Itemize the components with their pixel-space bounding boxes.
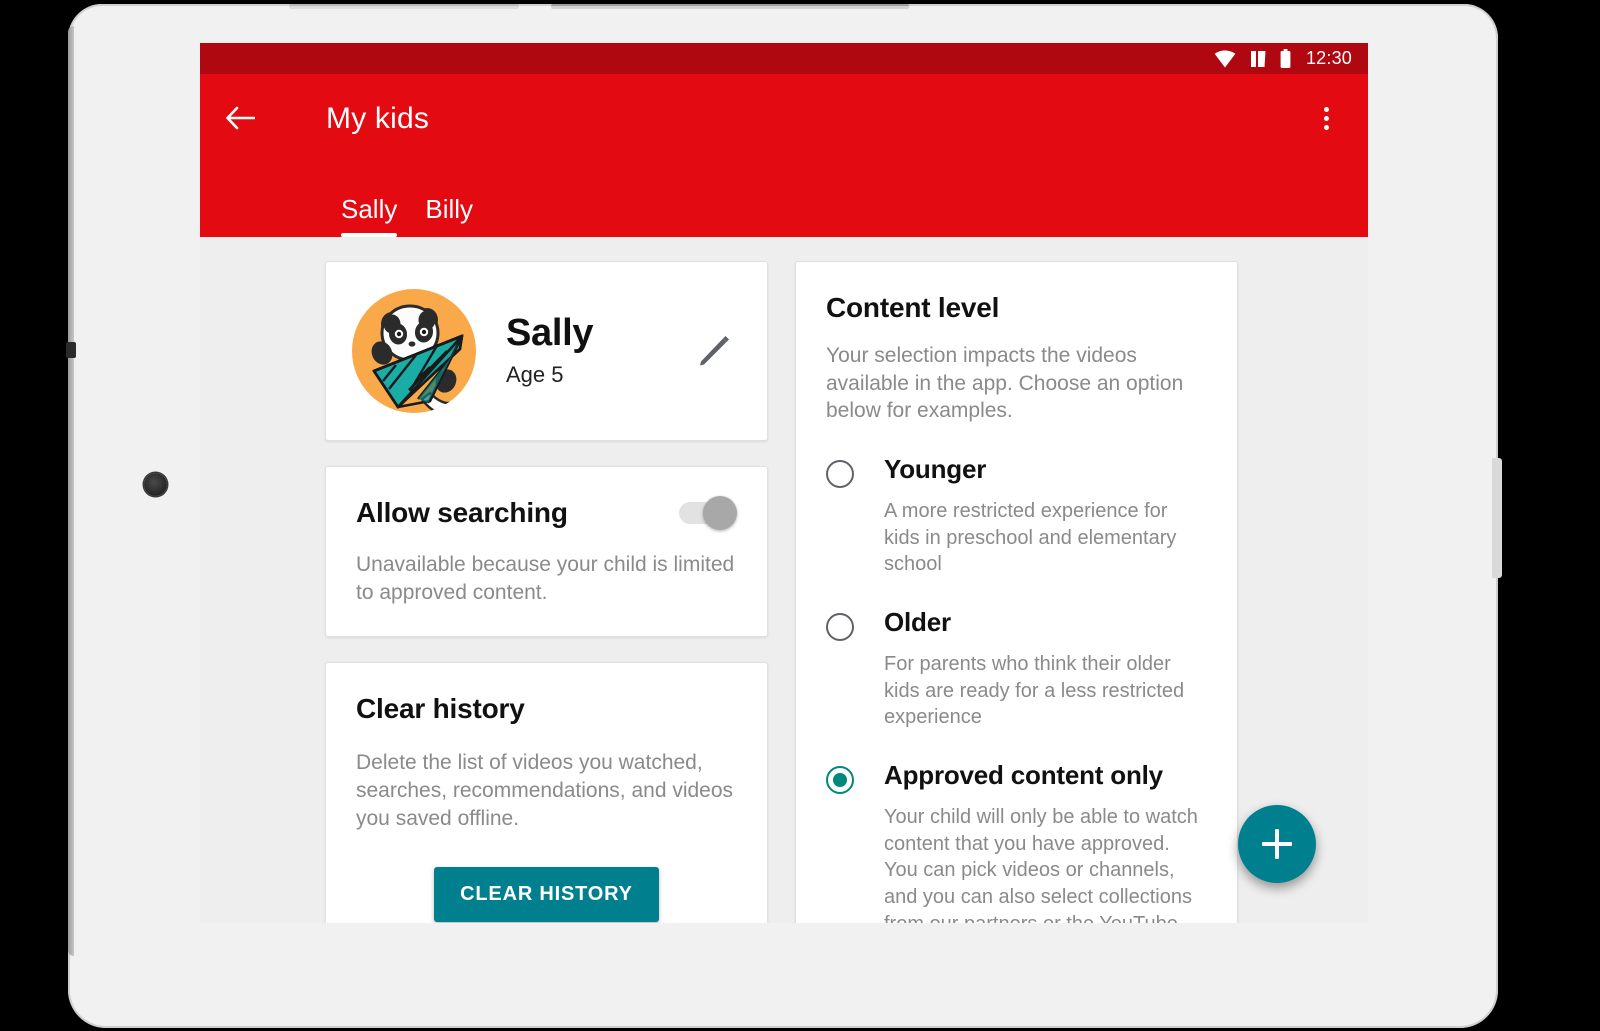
profile-text: Sally Age 5 bbox=[506, 312, 691, 388]
wifi-icon bbox=[1214, 49, 1236, 68]
content-level-card: Content level Your selection impacts the… bbox=[795, 261, 1238, 923]
overflow-dot bbox=[1323, 124, 1329, 130]
device-top-antenna-bars bbox=[289, 0, 909, 10]
overflow-dot bbox=[1323, 115, 1329, 121]
tablet-screen: 12:30 My kids Sally Billy Sally Age 5 Al… bbox=[200, 43, 1368, 923]
device-antenna-bar-left bbox=[289, 4, 519, 9]
device-left-edge bbox=[68, 26, 74, 956]
pencil-edit-icon[interactable] bbox=[691, 328, 737, 374]
tab-label: Billy bbox=[425, 194, 474, 224]
clear-history-title: Clear history bbox=[356, 693, 525, 725]
status-bar: 12:30 bbox=[200, 43, 1368, 74]
child-age: Age 5 bbox=[506, 361, 564, 387]
back-arrow-icon[interactable] bbox=[218, 96, 262, 140]
tab-billy[interactable]: Billy bbox=[411, 194, 487, 237]
content-level-description: Your selection impacts the videos availa… bbox=[826, 344, 1184, 423]
overflow-menu-icon[interactable] bbox=[1306, 96, 1346, 140]
content-level-option-approved[interactable]: Approved content only Your child will on… bbox=[826, 761, 1207, 923]
allow-searching-header: Allow searching bbox=[356, 496, 737, 530]
option-body: Older For parents who think their older … bbox=[884, 608, 1207, 731]
clear-history-button[interactable]: CLEAR HISTORY bbox=[434, 866, 659, 922]
device-front-camera bbox=[144, 473, 167, 496]
tab-sally[interactable]: Sally bbox=[327, 194, 411, 237]
radio-button-approved-content-only[interactable] bbox=[826, 766, 854, 795]
settings-content: Sally Age 5 Allow searching Unavailable … bbox=[200, 237, 1368, 923]
option-description: For parents who think their older kids a… bbox=[884, 652, 1185, 729]
allow-searching-title: Allow searching bbox=[356, 497, 568, 528]
allow-searching-toggle[interactable] bbox=[679, 496, 737, 530]
battery-icon bbox=[1280, 49, 1291, 68]
plus-icon bbox=[1275, 829, 1279, 859]
tab-bar: Sally Billy bbox=[200, 184, 1368, 237]
option-body: Approved content only Your child will on… bbox=[884, 761, 1207, 923]
radio-button-older[interactable] bbox=[826, 613, 854, 642]
option-description: A more restricted experience for kids in… bbox=[884, 499, 1177, 576]
child-profile-card[interactable]: Sally Age 5 bbox=[325, 261, 768, 441]
content-level-option-older[interactable]: Older For parents who think their older … bbox=[826, 608, 1207, 731]
clear-history-description: Delete the list of videos you watched, s… bbox=[356, 751, 734, 830]
option-body: Younger A more restricted experience for… bbox=[884, 455, 1207, 578]
device-antenna-bar-right bbox=[551, 4, 909, 9]
left-column: Sally Age 5 Allow searching Unavailable … bbox=[325, 261, 768, 923]
option-description: Your child will only be able to watch co… bbox=[884, 805, 1198, 923]
allow-searching-card: Allow searching Unavailable because your… bbox=[325, 466, 768, 638]
option-label: Younger bbox=[884, 454, 987, 485]
status-bar-clock: 12:30 bbox=[1305, 48, 1352, 68]
radio-button-younger[interactable] bbox=[826, 460, 854, 489]
allow-searching-description: Unavailable because your child is limite… bbox=[356, 553, 735, 604]
panda-avatar-icon bbox=[352, 289, 476, 413]
device-power-button[interactable] bbox=[66, 342, 76, 358]
content-level-title: Content level bbox=[826, 292, 1000, 323]
clear-history-card: Clear history Delete the list of videos … bbox=[325, 662, 768, 923]
page-title: My kids bbox=[326, 102, 430, 135]
option-label: Approved content only bbox=[884, 760, 1163, 791]
add-child-fab[interactable] bbox=[1238, 805, 1316, 883]
child-name: Sally bbox=[506, 312, 594, 355]
app-bar: My kids bbox=[200, 74, 1368, 184]
signal-icon bbox=[1249, 50, 1267, 68]
tab-label: Sally bbox=[341, 194, 398, 224]
right-column: Content level Your selection impacts the… bbox=[795, 261, 1238, 923]
device-volume-button[interactable] bbox=[1492, 458, 1502, 578]
toggle-thumb bbox=[703, 496, 737, 530]
overflow-dot bbox=[1323, 106, 1329, 112]
content-level-option-younger[interactable]: Younger A more restricted experience for… bbox=[826, 455, 1207, 578]
option-label: Older bbox=[884, 607, 951, 638]
